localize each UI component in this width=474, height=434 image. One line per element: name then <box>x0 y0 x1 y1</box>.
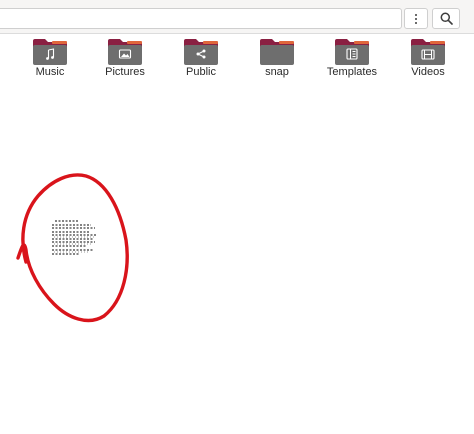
folder-label: Videos <box>411 66 445 78</box>
folder-public[interactable]: Public <box>166 36 236 82</box>
folder-label: Pictures <box>105 66 145 78</box>
folder-icon <box>184 39 218 65</box>
header-bar <box>0 0 474 34</box>
folder-icon <box>411 39 445 65</box>
menu-button[interactable] <box>404 8 428 29</box>
folder-music[interactable]: Music <box>15 36 85 82</box>
folder-icon <box>335 39 369 65</box>
search-icon <box>440 12 453 25</box>
folder-icon <box>33 39 67 65</box>
folder-icon <box>260 39 294 65</box>
folder-label: Templates <box>326 66 378 78</box>
folder-videos[interactable]: Videos <box>393 36 463 82</box>
location-bar[interactable] <box>0 8 402 29</box>
folder-label: Music <box>35 66 65 78</box>
folder-templates[interactable]: Templates <box>317 36 387 82</box>
folder-label: snap <box>265 66 289 78</box>
vertical-dots-icon <box>415 13 417 24</box>
file-thumbnail[interactable] <box>49 217 99 261</box>
search-button[interactable] <box>432 8 460 29</box>
folder-pictures[interactable]: Pictures <box>90 36 160 82</box>
folder-icon <box>108 39 142 65</box>
folder-label: Public <box>186 66 216 78</box>
folder-snap[interactable]: snap <box>242 36 312 82</box>
